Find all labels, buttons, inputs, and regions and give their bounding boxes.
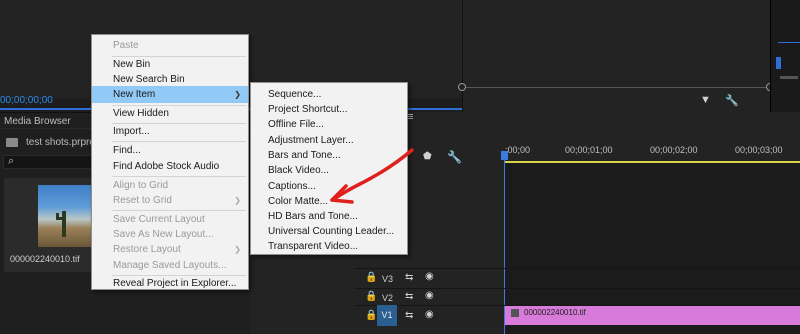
sync-lock-icon[interactable]: ⇆ xyxy=(405,291,413,302)
eye-icon[interactable]: ◉ xyxy=(425,290,434,301)
clip-fx-icon xyxy=(511,309,519,317)
search-icon: ⌕ xyxy=(8,155,15,167)
eye-icon[interactable]: ◉ xyxy=(425,309,434,320)
menu-item-find-adobe-stock-audio[interactable]: Find Adobe Stock Audio xyxy=(92,158,248,175)
menu-item-label: Align to Grid xyxy=(113,180,169,191)
filter-icon[interactable]: ▼ xyxy=(700,94,711,106)
context-menu: Paste New Bin New Search Bin New Item ❯ V… xyxy=(91,34,249,290)
menu-item-label: View Hidden xyxy=(113,108,169,119)
menu-item-label: Find... xyxy=(113,145,141,156)
program-scrub-bar[interactable] xyxy=(462,87,770,88)
track-name: V3 xyxy=(382,274,394,284)
annotation-arrow xyxy=(330,148,414,204)
menu-item-label: Save As New Layout... xyxy=(113,229,214,240)
cactus-arm xyxy=(56,213,59,219)
sync-lock-icon[interactable]: ⇆ xyxy=(405,272,413,283)
right-panel-indicator xyxy=(778,42,800,43)
menu-item-reset-to-grid[interactable]: Reset to Grid ❯ xyxy=(92,192,248,209)
ruler-label: 00;00;01;00 xyxy=(565,145,613,155)
scrub-in-handle[interactable] xyxy=(458,83,466,91)
submenu-item-transparent-video[interactable]: Transparent Video... xyxy=(251,238,407,255)
add-marker-icon[interactable]: ⬟ xyxy=(423,151,432,162)
folder-icon xyxy=(6,138,18,147)
menu-item-label: New Search Bin xyxy=(113,74,185,85)
menu-item-label: Find Adobe Stock Audio xyxy=(113,161,220,172)
menu-item-label: New Bin xyxy=(113,59,151,70)
submenu-item-label: Transparent Video... xyxy=(268,241,359,252)
menu-item-label: Restore Layout xyxy=(113,244,181,255)
right-panel-scrollbar[interactable] xyxy=(780,76,798,79)
track-row-v3 xyxy=(355,268,800,288)
clip-thumbnail-image[interactable] xyxy=(38,185,96,247)
lock-icon[interactable]: 🔒 xyxy=(365,291,377,302)
program-monitor-panel xyxy=(462,0,800,112)
menu-item-manage-saved-layouts[interactable]: Manage Saved Layouts... xyxy=(92,257,248,274)
menu-item-label: Import... xyxy=(113,126,150,137)
wrench-icon[interactable]: 🔧 xyxy=(725,94,739,107)
menu-item-import[interactable]: Import... xyxy=(92,123,248,140)
submenu-item-label: Universal Counting Leader... xyxy=(268,226,395,237)
submenu-arrow-icon: ❯ xyxy=(234,90,241,99)
menu-item-new-item[interactable]: New Item ❯ xyxy=(92,86,248,103)
clip-thumbnail-label: 000002240010.tif xyxy=(10,254,80,264)
lock-icon[interactable]: 🔒 xyxy=(365,310,377,321)
submenu-item-label: Sequence... xyxy=(268,89,322,100)
lock-icon[interactable]: 🔒 xyxy=(365,272,377,283)
track-name: V2 xyxy=(382,293,394,303)
timecode-readout[interactable]: 00;00;00;00 xyxy=(0,95,53,106)
playhead-handle[interactable] xyxy=(501,151,508,160)
menu-item-paste[interactable]: Paste xyxy=(92,37,248,54)
menu-item-restore-layout[interactable]: Restore Layout ❯ xyxy=(92,241,248,258)
submenu-item-label: Captions... xyxy=(268,181,316,192)
project-name: test shots.prproj xyxy=(26,137,98,148)
submenu-arrow-icon: ❯ xyxy=(234,196,241,205)
submenu-item-label: Project Shortcut... xyxy=(268,104,348,115)
sync-lock-icon[interactable]: ⇆ xyxy=(405,310,413,321)
menu-item-label: Save Current Layout xyxy=(113,214,205,225)
track-target-v1[interactable]: V1 xyxy=(377,305,397,326)
menu-item-view-hidden[interactable]: View Hidden xyxy=(92,105,248,122)
menu-item-label: New Item xyxy=(113,89,156,100)
timeline-settings-icon[interactable]: 🔧 xyxy=(447,150,462,164)
menu-item-reveal-project-in-explorer[interactable]: Reveal Project in Explorer... xyxy=(92,275,248,292)
clip-label: 000002240010.tif xyxy=(524,308,586,317)
menu-item-label: Reset to Grid xyxy=(113,195,172,206)
menu-item-label: Manage Saved Layouts... xyxy=(113,260,227,271)
ruler-label: :00;00 xyxy=(505,145,531,155)
submenu-item-offline-file[interactable]: Offline File... xyxy=(251,116,407,133)
menu-item-label: Reveal Project in Explorer... xyxy=(113,278,237,289)
ruler-label: 00;00;02;00 xyxy=(650,145,698,155)
right-side-panel xyxy=(770,0,800,112)
media-browser-tab[interactable]: Media Browser xyxy=(4,116,71,127)
menu-item-label: Paste xyxy=(113,40,139,51)
ruler-label: 00;00;03;00 xyxy=(735,145,783,155)
cactus-shape xyxy=(62,211,66,237)
right-panel-marker xyxy=(776,57,781,69)
search-input[interactable] xyxy=(3,155,103,169)
menu-item-find[interactable]: Find... xyxy=(92,142,248,159)
eye-icon[interactable]: ◉ xyxy=(425,271,434,282)
submenu-arrow-icon: ❯ xyxy=(234,245,241,254)
submenu-item-label: Offline File... xyxy=(268,119,324,130)
